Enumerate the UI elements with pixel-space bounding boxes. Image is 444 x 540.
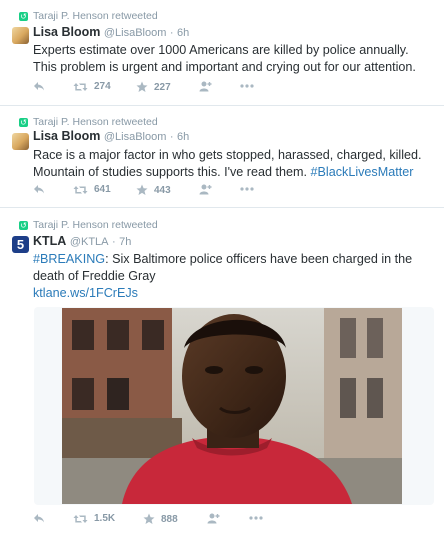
author-handle[interactable]: @LisaBloom (104, 27, 167, 39)
author-name[interactable]: Lisa Bloom (33, 129, 100, 143)
tweet-text: #BREAKING: Six Baltimore police officers… (33, 251, 433, 302)
tweet-actions: 1.5K 888 (33, 513, 433, 527)
author-name[interactable]: KTLA (33, 234, 66, 248)
more-icon (240, 187, 254, 191)
favorite-button[interactable]: 888 (143, 513, 178, 525)
favorite-count: 227 (154, 81, 171, 93)
hashtag-link[interactable]: #BlackLivesMatter (311, 165, 414, 179)
more-button[interactable] (249, 516, 263, 520)
retweet-context: Taraji P. Henson retweeted (33, 219, 158, 231)
more-button[interactable] (240, 84, 254, 88)
favorite-icon (136, 81, 148, 92)
follow-button[interactable] (199, 81, 212, 92)
tweet[interactable]: ↺ Taraji P. Henson retweeted Lisa Bloom … (0, 0, 444, 106)
reply-icon (34, 185, 44, 194)
retweet-count: 274 (94, 81, 111, 92)
retweet-context: Taraji P. Henson retweeted (33, 116, 158, 128)
follow-icon (199, 184, 212, 195)
retweet-icon: ↺ (19, 12, 28, 21)
retweet-icon: ↺ (19, 221, 28, 230)
more-icon (249, 516, 263, 520)
author-handle[interactable]: @LisaBloom (104, 131, 167, 143)
favorite-icon (136, 184, 148, 195)
reply-button[interactable] (33, 81, 45, 91)
retweet-icon (73, 82, 88, 91)
hashtag-link[interactable]: #BREAKING (33, 252, 105, 266)
avatar[interactable]: 5 (12, 236, 29, 253)
timestamp[interactable]: 6h (177, 27, 189, 39)
tweet-media[interactable] (34, 307, 434, 505)
retweet-icon (73, 514, 88, 523)
favorite-count: 888 (161, 513, 178, 525)
timeline: ↺ Taraji P. Henson retweeted Lisa Bloom … (0, 0, 444, 540)
retweet-button[interactable]: 1.5K (73, 513, 115, 524)
retweet-count: 1.5K (94, 513, 116, 524)
tweet-text: Race is a major factor in who gets stopp… (33, 147, 433, 181)
tweet-link[interactable]: ktlane.ws/1FCrEJs (33, 286, 138, 300)
reply-button[interactable] (33, 513, 45, 523)
favorite-button[interactable]: 227 (136, 81, 171, 93)
more-button[interactable] (240, 187, 254, 191)
follow-button[interactable] (199, 184, 212, 195)
news-photo[interactable] (62, 308, 402, 504)
avatar[interactable] (12, 133, 29, 150)
follow-icon (207, 513, 220, 524)
favorite-icon (143, 513, 155, 524)
separator: · (169, 131, 174, 143)
timestamp[interactable]: 6h (177, 131, 189, 143)
reply-icon (34, 82, 44, 91)
retweet-context: Taraji P. Henson retweeted (33, 10, 158, 22)
tweet-header: Lisa Bloom @LisaBloom · 6h (33, 129, 189, 143)
author-handle[interactable]: @KTLA (70, 236, 109, 248)
retweet-button[interactable]: 641 (73, 184, 111, 195)
separator: · (111, 236, 116, 248)
favorite-button[interactable]: 443 (136, 184, 171, 196)
retweet-icon: ↺ (19, 118, 28, 127)
avatar[interactable] (12, 27, 29, 44)
tweet-text: Experts estimate over 1000 Americans are… (33, 43, 416, 74)
retweet-button[interactable]: 274 (73, 81, 111, 92)
author-name[interactable]: Lisa Bloom (33, 25, 100, 39)
follow-button[interactable] (207, 513, 220, 524)
favorite-count: 443 (154, 184, 171, 196)
separator: · (169, 27, 174, 39)
tweet-header: Lisa Bloom @LisaBloom · 6h (33, 25, 189, 39)
retweet-icon (73, 185, 88, 194)
tweet[interactable]: ↺ Taraji P. Henson retweeted Lisa Bloom … (0, 106, 444, 208)
photo-image (62, 308, 402, 504)
reply-icon (34, 514, 44, 523)
tweet-actions: 641 443 (33, 184, 433, 198)
follow-icon (199, 81, 212, 92)
timestamp[interactable]: 7h (119, 236, 131, 248)
reply-button[interactable] (33, 184, 45, 194)
more-icon (240, 84, 254, 88)
tweet-header: KTLA @KTLA · 7h (33, 234, 131, 248)
retweet-count: 641 (94, 184, 111, 195)
tweet-actions: 274 227 (33, 81, 433, 95)
